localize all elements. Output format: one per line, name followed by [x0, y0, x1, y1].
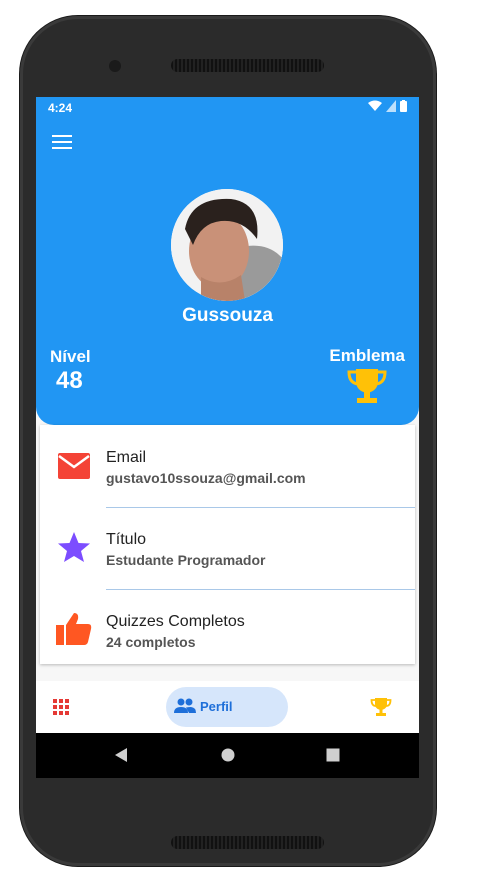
trophy-icon[interactable]	[370, 696, 392, 718]
wifi-icon	[368, 100, 382, 111]
titulo-row[interactable]: Título Estudante Programador	[40, 507, 415, 587]
signal-icon	[386, 100, 396, 112]
nivel-label: Nível	[50, 347, 91, 366]
trophy-icon	[347, 369, 387, 403]
front-camera	[109, 60, 121, 72]
nav-perfil-tab[interactable]: Perfil	[166, 687, 288, 727]
earpiece-speaker	[171, 59, 324, 72]
emblema-label: Emblema	[329, 346, 405, 365]
thumb-up-icon	[56, 613, 92, 645]
star-icon	[58, 532, 90, 562]
avatar	[171, 189, 283, 301]
info-card: Email gustavo10ssouza@gmail.com Título E…	[40, 425, 415, 664]
home-icon[interactable]	[221, 747, 235, 763]
system-navigation-bar	[36, 733, 419, 778]
status-time: 4:24	[48, 101, 73, 115]
email-title: Email	[106, 449, 147, 466]
back-icon[interactable]	[114, 747, 128, 763]
email-value: gustavo10ssouza@gmail.com	[106, 470, 306, 486]
titulo-value: Estudante Programador	[106, 552, 266, 568]
app-screen: 4:24 Gussouza Nível 48 Emblema Email gus…	[36, 97, 419, 778]
battery-icon	[400, 100, 407, 112]
people-icon	[174, 698, 196, 713]
username: Gussouza	[182, 305, 273, 326]
status-bar: 4:24	[36, 97, 419, 119]
nivel-value: 48	[56, 367, 83, 394]
status-icons	[368, 100, 407, 112]
profile-header: Gussouza Nível 48 Emblema	[36, 119, 419, 425]
quizzes-value: 24 completos	[106, 634, 196, 650]
nav-perfil-label: Perfil	[200, 699, 233, 714]
titulo-title: Título	[106, 531, 147, 548]
bottom-speaker	[171, 836, 324, 849]
recents-icon[interactable]	[326, 747, 340, 763]
menu-icon[interactable]	[52, 135, 72, 151]
email-icon	[58, 453, 90, 479]
email-row[interactable]: Email gustavo10ssouza@gmail.com	[40, 425, 415, 505]
grid-icon[interactable]	[52, 698, 70, 716]
quizzes-row[interactable]: Quizzes Completos 24 completos	[40, 589, 415, 669]
quizzes-title: Quizzes Completos	[106, 613, 245, 630]
bottom-navigation: Perfil	[36, 681, 419, 733]
